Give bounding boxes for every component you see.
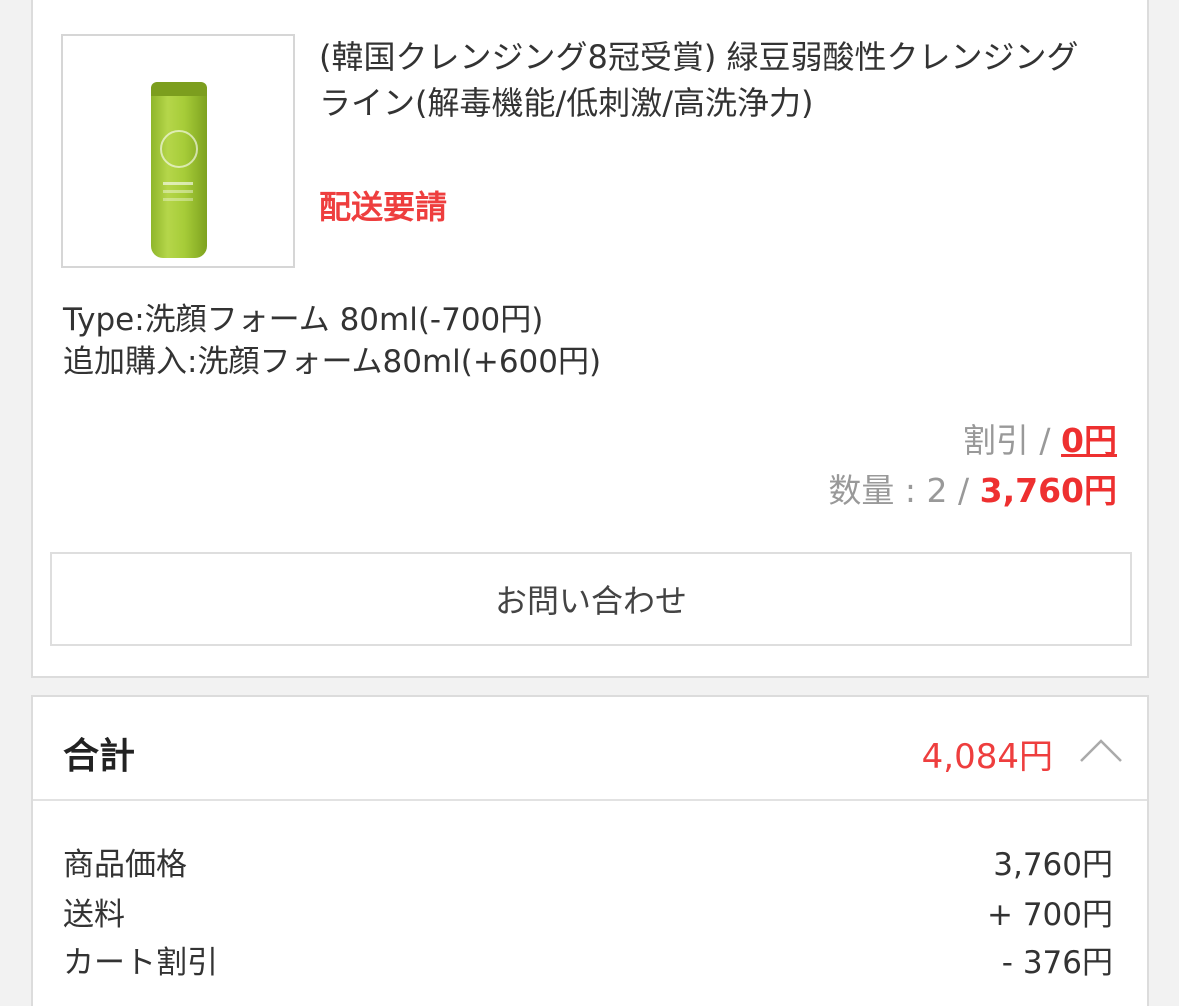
option-type: Type:洗顔フォーム 80ml(-700円) [63, 302, 544, 338]
product-image[interactable] [61, 34, 295, 268]
breakdown-row-cart-discount: カート割引 - 376円 [63, 937, 1113, 983]
breakdown-value: + 700円 [987, 897, 1113, 933]
breakdown-label: 商品価格 [63, 847, 187, 883]
order-total-card: 合計 4,084円 商品価格 3,760円 送料 + 700円 カート割引 - … [31, 695, 1149, 1006]
inquiry-button[interactable]: お問い合わせ [50, 552, 1132, 646]
breakdown-value: 3,760円 [993, 847, 1113, 883]
breakdown-label: カート割引 [63, 945, 218, 981]
breakdown-row-shipping: 送料 + 700円 [63, 889, 1113, 935]
discount-line: 割引 / 0円 [963, 414, 1117, 462]
chevron-up-icon[interactable] [1077, 727, 1125, 775]
cleansing-tube-image [151, 82, 207, 258]
total-title: 合計 [63, 736, 136, 777]
total-amount: 4,084円 [921, 737, 1053, 777]
option-additional: 追加購入:洗顔フォーム80ml(+600円) [63, 344, 602, 380]
quantity-line: 数量 : 2 / 3,760円 [828, 464, 1117, 512]
breakdown-row-subtotal: 商品価格 3,760円 [63, 839, 1113, 885]
discount-value[interactable]: 0円 [1061, 421, 1117, 460]
discount-label: 割引 / [962, 421, 1062, 460]
total-header[interactable]: 合計 4,084円 [33, 697, 1147, 801]
breakdown-label: 送料 [63, 897, 125, 933]
quantity-label: 数量 : 2 / [828, 471, 980, 510]
order-item-card: (韓国クレンジング8冠受賞) 緑豆弱酸性クレンジング ライン(解毒機能/低刺激/… [31, 0, 1149, 678]
breakdown-value: - 376円 [1001, 945, 1113, 981]
delivery-status: 配送要請 [319, 188, 448, 226]
item-total-price: 3,760円 [979, 471, 1117, 510]
product-title[interactable]: (韓国クレンジング8冠受賞) 緑豆弱酸性クレンジング ライン(解毒機能/低刺激/… [319, 34, 1109, 126]
